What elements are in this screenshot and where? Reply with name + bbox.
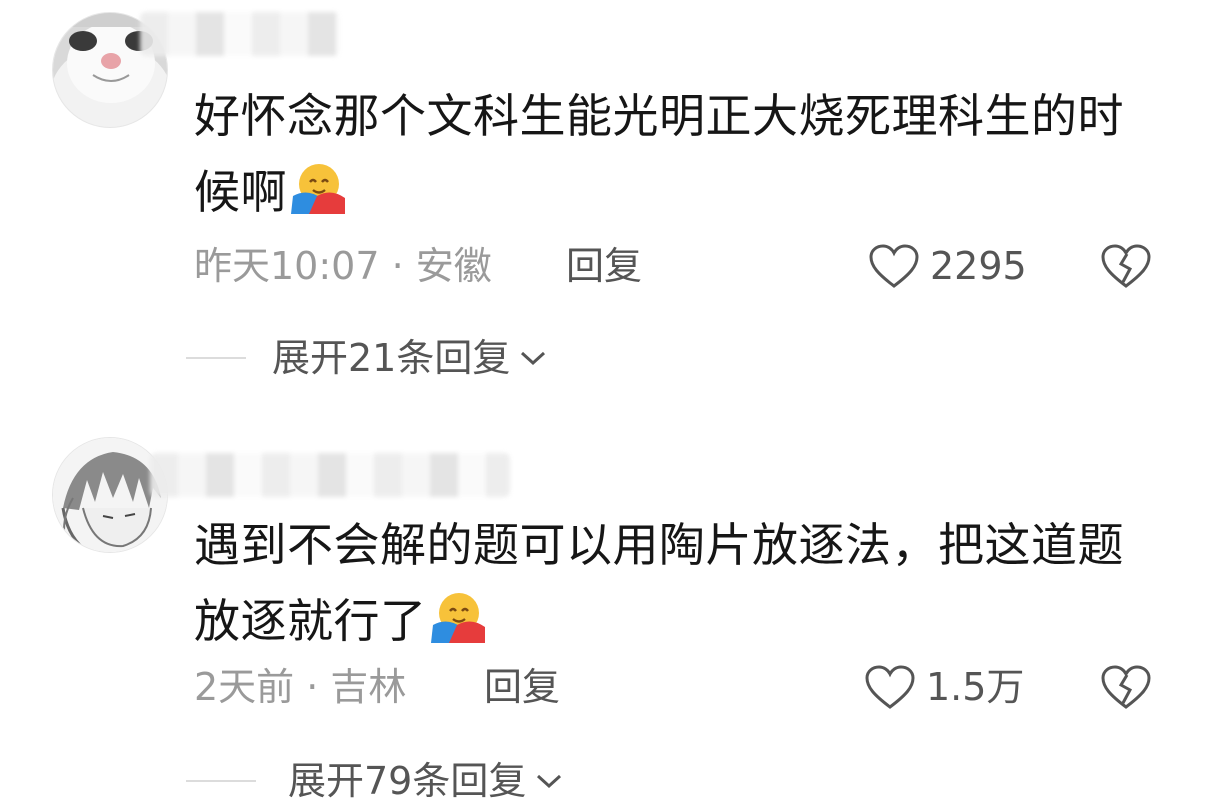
- time-location: 2天前 · 吉林: [194, 665, 407, 709]
- hugging-face-emoji-icon: [289, 160, 347, 236]
- chevron-down-icon: [537, 774, 562, 789]
- expand-replies-label: 展开79条回复: [288, 759, 527, 803]
- divider-line: [186, 357, 246, 359]
- dislike-button[interactable]: [1100, 663, 1152, 713]
- comment-text-line2: 候啊: [194, 165, 287, 219]
- like-button[interactable]: 2295: [868, 240, 1027, 292]
- expand-replies-button[interactable]: 展开79条回复: [186, 755, 564, 807]
- username[interactable]: [140, 12, 340, 56]
- like-count: 2295: [930, 244, 1027, 288]
- dislike-button[interactable]: [1100, 242, 1152, 292]
- comment-text-line1: 遇到不会解的题可以用陶片放逐法，把这道题: [194, 518, 1124, 572]
- heart-outline-icon: [865, 665, 915, 709]
- broken-heart-icon: [1101, 244, 1151, 288]
- like-count: 1.5万: [926, 665, 1025, 709]
- comment-text: 遇到不会解的题可以用陶片放逐法，把这道题 放逐就行了: [194, 507, 1184, 665]
- comment-text-line1: 好怀念那个文科生能光明正大烧死理科生的时: [194, 89, 1124, 143]
- divider-line: [186, 780, 256, 782]
- heart-outline-icon: [869, 244, 919, 288]
- broken-heart-icon: [1101, 665, 1151, 709]
- reply-button[interactable]: 回复: [566, 240, 642, 292]
- time-location: 昨天10:07 · 安徽: [194, 244, 492, 288]
- expand-replies-button[interactable]: 展开21条回复: [186, 332, 548, 384]
- like-button[interactable]: 1.5万: [864, 661, 1024, 713]
- username[interactable]: [150, 453, 510, 497]
- chevron-down-icon: [521, 351, 546, 366]
- comment-text-line2: 放逐就行了: [194, 594, 427, 648]
- comment-text: 好怀念那个文科生能光明正大烧死理科生的时 候啊: [194, 78, 1184, 236]
- hugging-face-emoji-icon: [429, 589, 487, 665]
- comment-meta: 2天前 · 吉林 回复 1.5万: [194, 661, 1156, 713]
- expand-replies-label: 展开21条回复: [272, 336, 511, 380]
- reply-button[interactable]: 回复: [484, 661, 560, 713]
- comment-meta: 昨天10:07 · 安徽 回复 2295: [194, 240, 1156, 292]
